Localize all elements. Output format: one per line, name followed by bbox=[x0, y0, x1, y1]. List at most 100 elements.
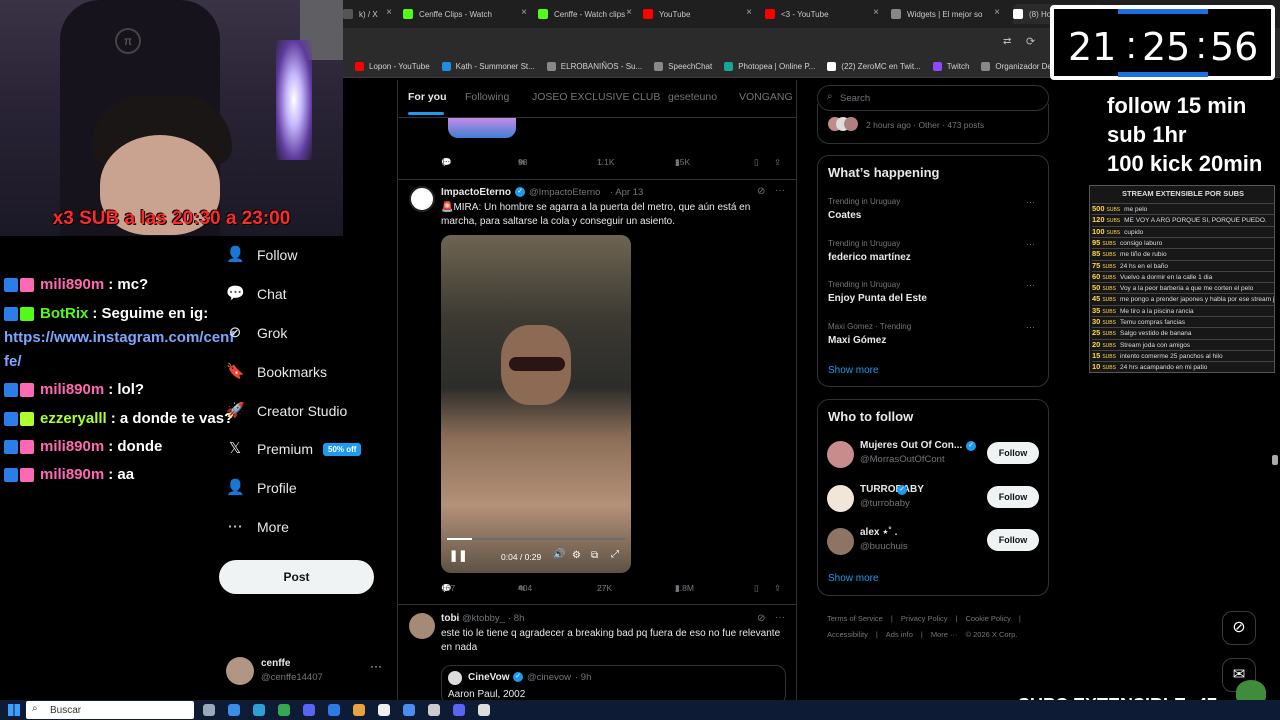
browser-tab[interactable]: Cenffe - Watch clips × bbox=[538, 4, 638, 24]
taskbar-app-icon[interactable] bbox=[228, 704, 240, 716]
more-icon[interactable]: ··· bbox=[775, 612, 785, 623]
more-icon[interactable]: ··· bbox=[1026, 280, 1035, 290]
footer-link[interactable]: © 2026 X Corp. bbox=[966, 627, 1018, 643]
taskbar-app-icon[interactable] bbox=[378, 704, 390, 716]
settings-icon[interactable]: ⚙ bbox=[572, 550, 581, 561]
nav-item-follow[interactable]: 👤 Follow bbox=[226, 246, 297, 264]
share-icon[interactable]: ⇪ bbox=[774, 157, 781, 168]
tweet[interactable]: ImpactoEterno ✓ @ImpactoEterno · Apr 13 … bbox=[398, 180, 796, 600]
taskbar-app-icon[interactable] bbox=[278, 704, 290, 716]
grok-icon[interactable]: ⊘ bbox=[757, 613, 765, 624]
taskbar-app-icon[interactable] bbox=[403, 704, 415, 716]
extensions-icon[interactable]: ⟳ bbox=[1026, 35, 1035, 48]
follow-button[interactable]: Follow bbox=[987, 442, 1039, 464]
bookmark-item[interactable]: ELROBANIÑOS - Su... bbox=[546, 62, 642, 71]
tweet-date[interactable]: · Apr 13 bbox=[610, 187, 643, 198]
chat-link[interactable]: https://www.instagram.com/cenf bbox=[4, 329, 234, 346]
more-icon[interactable]: ··· bbox=[775, 185, 785, 196]
tab-close-icon[interactable]: × bbox=[873, 7, 879, 18]
tweet-author-handle[interactable]: @ktobby_ bbox=[462, 613, 505, 624]
pause-icon[interactable]: ❚❚ bbox=[449, 549, 467, 562]
nav-item-premium[interactable]: 𝕏 Premium 50% off bbox=[226, 440, 362, 458]
timeline-tab[interactable]: For you bbox=[408, 91, 447, 103]
taskbar-app-icon[interactable] bbox=[303, 704, 315, 716]
taskbar-app-icon[interactable] bbox=[453, 704, 465, 716]
more-icon[interactable]: ··· bbox=[1026, 197, 1035, 207]
tweet-author-name[interactable]: ImpactoEterno bbox=[441, 187, 511, 198]
show-more-link[interactable]: Show more bbox=[828, 365, 879, 376]
browser-tab[interactable]: YouTube × bbox=[643, 4, 758, 24]
footer-link[interactable]: Terms of Service bbox=[827, 611, 883, 627]
more-icon[interactable]: ··· bbox=[1026, 239, 1035, 249]
taskbar-app-icon[interactable] bbox=[253, 704, 265, 716]
tweet-video[interactable]: ❚❚ 0:04 / 0:29 🔊 ⚙ ⧉ ⤢ bbox=[441, 235, 631, 573]
scrollbar-thumb[interactable] bbox=[1272, 455, 1278, 465]
chat-username[interactable]: mili890m bbox=[40, 381, 104, 398]
nav-item-creator-studio[interactable]: 🚀 Creator Studio bbox=[226, 402, 347, 420]
post-button[interactable]: Post bbox=[219, 560, 374, 594]
tweet[interactable]: tobi @ktobby_ · 8h ⊘ ··· este tio le tie… bbox=[398, 605, 796, 700]
timeline-tab[interactable]: Following bbox=[465, 91, 509, 103]
grok-icon[interactable]: ⊘ bbox=[757, 186, 765, 197]
bookmark-item[interactable]: Lopon - YouTube bbox=[355, 62, 430, 71]
taskbar-search[interactable]: ⌕ Buscar bbox=[26, 701, 194, 719]
nav-item-bookmarks[interactable]: 🔖 Bookmarks bbox=[226, 363, 327, 381]
tweet-date[interactable]: · 8h bbox=[508, 613, 524, 624]
follow-button[interactable]: Follow bbox=[987, 529, 1039, 551]
fullscreen-icon[interactable]: ⤢ bbox=[611, 549, 619, 560]
chat-username[interactable]: BotRix bbox=[40, 305, 88, 322]
bookmark-icon[interactable]: ▯ bbox=[754, 583, 759, 594]
translate-icon[interactable]: ⇄ bbox=[1003, 36, 1011, 47]
follow-button[interactable]: Follow bbox=[987, 485, 1039, 508]
trend-item[interactable]: Maxi Gomez · Trending Maxi Gómez ··· bbox=[828, 322, 1040, 354]
footer-link[interactable]: More ··· bbox=[931, 627, 958, 643]
browser-tab[interactable]: <3 - YouTube × bbox=[765, 4, 885, 24]
share-icon[interactable]: ⇪ bbox=[774, 583, 781, 594]
taskbar-app-icon[interactable] bbox=[478, 704, 490, 716]
browser-tab[interactable]: Cenffe Clips - Watch × bbox=[403, 4, 533, 24]
bookmark-item[interactable]: (22) ZeroMC en Twit... bbox=[827, 62, 921, 71]
nav-item-profile[interactable]: 👤 Profile bbox=[226, 479, 297, 497]
more-dots-icon[interactable]: ··· bbox=[370, 659, 382, 673]
bookmark-item[interactable]: Twitch bbox=[932, 62, 969, 71]
footer-link[interactable]: Ads info bbox=[886, 627, 913, 643]
trend-item[interactable]: Trending in Uruguay federico martínez ··· bbox=[828, 239, 1040, 271]
timeline-tab[interactable]: JOSEO EXCLUSIVE CLUB bbox=[532, 91, 660, 103]
nav-item-more[interactable]: ⋯ More bbox=[226, 518, 289, 536]
footer-link[interactable]: Privacy Policy bbox=[901, 611, 948, 627]
tab-close-icon[interactable]: × bbox=[386, 7, 392, 18]
browser-tab[interactable]: Widgets | El mejor so × bbox=[891, 4, 1006, 24]
tab-close-icon[interactable]: × bbox=[521, 7, 527, 18]
trend-item[interactable]: Trending in Uruguay Coates ··· bbox=[828, 197, 1040, 229]
tweet-author-handle[interactable]: @ImpactoEterno bbox=[529, 187, 600, 198]
bookmark-icon[interactable]: ▯ bbox=[754, 157, 759, 168]
footer-link[interactable]: Accessibility bbox=[827, 627, 868, 643]
pip-icon[interactable]: ⧉ bbox=[591, 550, 598, 561]
bookmark-item[interactable]: SpeechChat bbox=[654, 62, 712, 71]
timeline-tab[interactable]: geseteuno bbox=[668, 91, 717, 103]
tab-close-icon[interactable]: × bbox=[994, 7, 1000, 18]
chat-username[interactable]: mili890m bbox=[40, 438, 104, 455]
tweet-author-name[interactable]: tobi bbox=[441, 613, 459, 624]
tab-close-icon[interactable]: × bbox=[746, 7, 752, 18]
tab-close-icon[interactable]: × bbox=[626, 7, 632, 18]
taskbar-app-icon[interactable] bbox=[428, 704, 440, 716]
footer-link[interactable]: Cookie Policy bbox=[965, 611, 1010, 627]
show-more-link[interactable]: Show more bbox=[828, 573, 879, 584]
browser-tab[interactable]: k) / X × bbox=[343, 4, 398, 24]
chat-username[interactable]: mili890m bbox=[40, 276, 104, 293]
chat-link[interactable]: fe/ bbox=[4, 353, 22, 370]
taskbar-app-icon[interactable] bbox=[203, 704, 215, 716]
taskbar-app-icon[interactable] bbox=[328, 704, 340, 716]
chat-username[interactable]: mili890m bbox=[40, 466, 104, 483]
bookmark-item[interactable]: Photopea | Online P... bbox=[724, 62, 815, 71]
trend-item[interactable]: Trending in Uruguay Enjoy Punta del Este ·… bbox=[828, 280, 1040, 312]
nav-item-chat[interactable]: 💬 Chat bbox=[226, 285, 287, 303]
nav-item-grok[interactable]: ⊘ Grok bbox=[226, 324, 288, 342]
quoted-tweet[interactable]: CineVow ✓ @cinevow · 9h Aaron Paul, 2002 bbox=[441, 665, 786, 700]
timeline-tab[interactable]: VONGANG bbox=[739, 91, 793, 103]
windows-start-icon[interactable] bbox=[8, 704, 20, 716]
more-icon[interactable]: ··· bbox=[1026, 322, 1035, 332]
chat-username[interactable]: ezzeryalll bbox=[40, 410, 107, 427]
video-progress-track[interactable] bbox=[447, 538, 625, 540]
